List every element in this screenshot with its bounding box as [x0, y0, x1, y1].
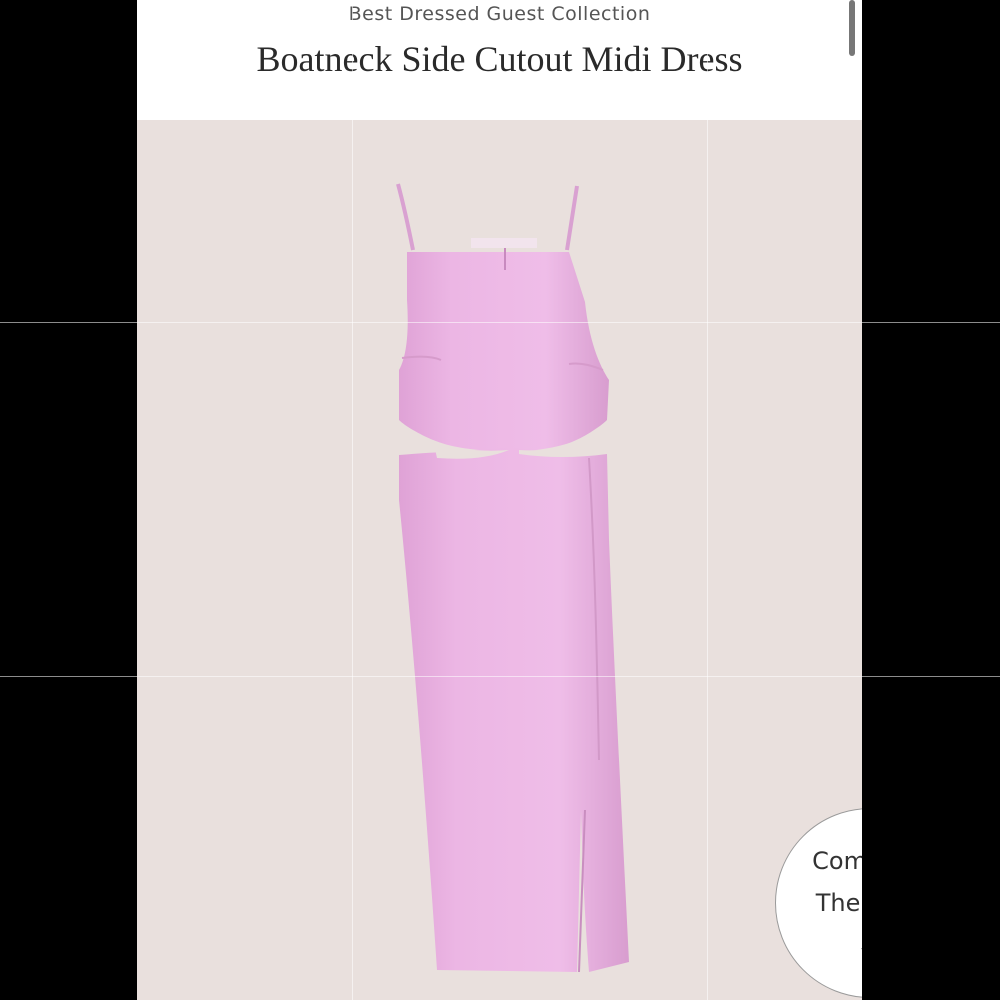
letterbox-right	[862, 0, 1000, 1000]
product-title: Boatneck Side Cutout Midi Dress	[256, 39, 743, 79]
product-image[interactable]	[137, 120, 862, 1000]
product-header: Best Dressed Guest Collection Boatneck S…	[137, 0, 862, 120]
complete-the-look-line2: The Look	[815, 889, 862, 917]
complete-the-look-line1: Complete	[812, 847, 862, 875]
grid-line-vertical	[707, 0, 708, 1000]
letterbox-left	[0, 0, 137, 1000]
collection-label[interactable]: Best Dressed Guest Collection	[137, 3, 862, 25]
chevron-down-icon	[861, 948, 862, 950]
grid-line-horizontal	[0, 322, 1000, 323]
grid-line-vertical	[352, 0, 353, 1000]
product-page[interactable]: Best Dressed Guest Collection Boatneck S…	[137, 0, 862, 1000]
dress-image	[396, 183, 629, 973]
scrollbar[interactable]	[849, 0, 855, 56]
grid-line-horizontal	[0, 676, 1000, 677]
